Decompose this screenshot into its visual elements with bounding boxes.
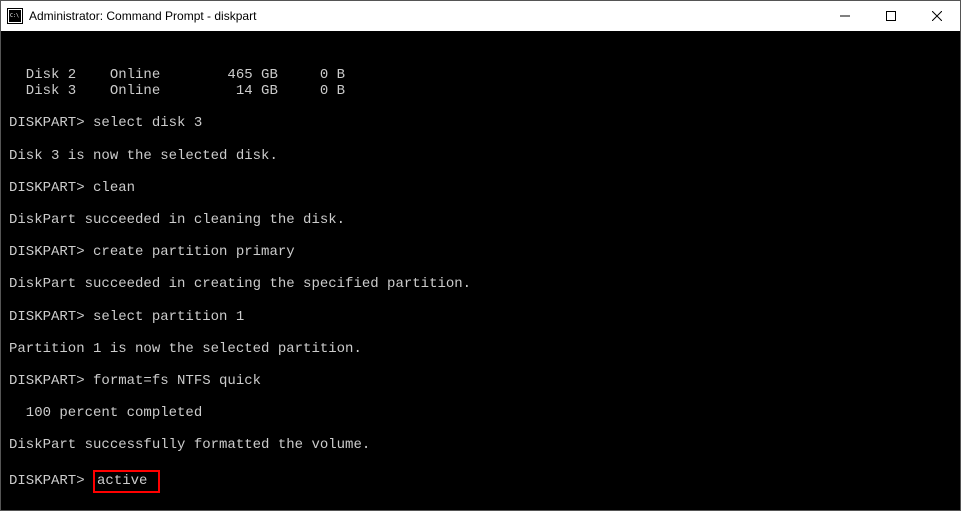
terminal-output: DiskPart successfully formatted the volu…	[9, 437, 952, 453]
terminal-output: Partition 1 is now the selected partitio…	[9, 341, 952, 357]
blank-line	[9, 293, 952, 309]
minimize-button[interactable]	[822, 1, 868, 31]
terminal-output: DiskPart succeeded in cleaning the disk.	[9, 212, 952, 228]
terminal-output: DiskPart succeeded in creating the speci…	[9, 276, 952, 292]
blank-line	[9, 493, 952, 509]
terminal-output: 100 percent completed	[9, 405, 952, 421]
highlighted-command: active	[93, 470, 160, 494]
terminal-prompt-line-highlighted: DISKPART> active	[9, 470, 952, 494]
cmd-icon: C:\	[7, 8, 23, 24]
terminal-area[interactable]: Disk 2 Online 465 GB 0 B Disk 3 Online 1…	[1, 31, 960, 510]
blank-line	[9, 99, 952, 115]
terminal-prompt-line: DISKPART> select partition 1	[9, 309, 952, 325]
close-button[interactable]	[914, 1, 960, 31]
window-controls	[822, 1, 960, 31]
blank-line	[9, 228, 952, 244]
blank-line	[9, 132, 952, 148]
terminal-output: Disk 3 is now the selected disk.	[9, 148, 952, 164]
blank-line	[9, 357, 952, 373]
blank-line	[9, 260, 952, 276]
terminal-prompt-line: DISKPART> format=fs NTFS quick	[9, 373, 952, 389]
titlebar[interactable]: C:\ Administrator: Command Prompt - disk…	[1, 1, 960, 31]
maximize-button[interactable]	[868, 1, 914, 31]
terminal-content: Disk 2 Online 465 GB 0 B Disk 3 Online 1…	[9, 67, 952, 510]
blank-line	[9, 325, 952, 341]
disk-table-row: Disk 3 Online 14 GB 0 B	[9, 83, 952, 99]
terminal-prompt-line: DISKPART> select disk 3	[9, 115, 952, 131]
blank-line	[9, 389, 952, 405]
terminal-output: DiskPart marked the current partition as…	[9, 509, 952, 510]
blank-line	[9, 421, 952, 437]
window-title: Administrator: Command Prompt - diskpart	[29, 9, 822, 23]
svg-text:C:\: C:\	[10, 13, 19, 19]
disk-table-row: Disk 2 Online 465 GB 0 B	[9, 67, 952, 83]
blank-line	[9, 164, 952, 180]
terminal-prompt-line: DISKPART> create partition primary	[9, 244, 952, 260]
blank-line	[9, 196, 952, 212]
blank-line	[9, 453, 952, 469]
terminal-prompt-line: DISKPART> clean	[9, 180, 952, 196]
prompt-text: DISKPART>	[9, 473, 93, 489]
command-prompt-window: C:\ Administrator: Command Prompt - disk…	[0, 0, 961, 511]
